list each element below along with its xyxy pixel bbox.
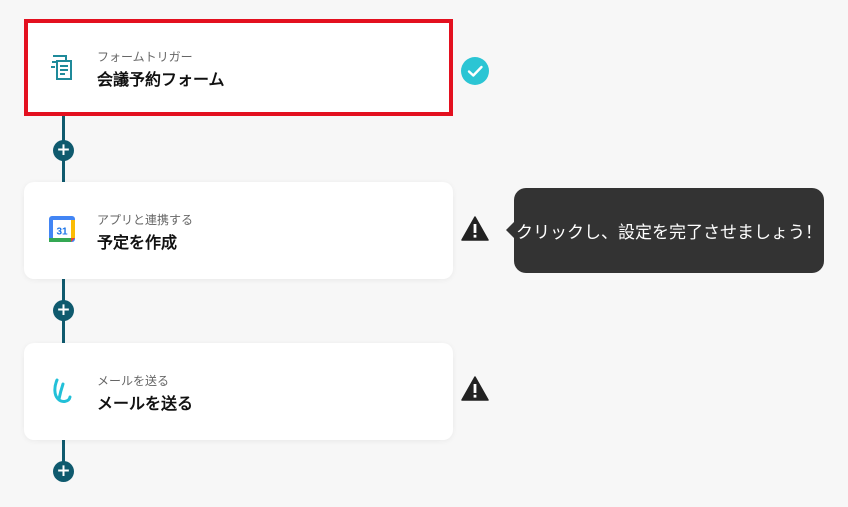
form-icon — [51, 55, 72, 80]
step-subtitle: フォームトリガー — [97, 50, 193, 64]
step-card-send-mail[interactable]: メールを送る メールを送る — [24, 343, 453, 440]
warning-icon — [461, 216, 489, 241]
calendar-day-label: 31 — [56, 227, 68, 238]
step-title: メールを送る — [97, 394, 194, 413]
step-card-form-trigger[interactable]: フォームトリガー 会議予約フォーム — [24, 19, 453, 116]
step-subtitle: アプリと連携する — [97, 213, 194, 227]
google-calendar-icon: 31 — [49, 216, 75, 242]
add-step-button[interactable]: + — [53, 461, 74, 482]
mail-app-icon — [53, 378, 72, 403]
step-card-create-event[interactable]: 31 アプリと連携する 予定を作成 — [24, 182, 453, 279]
step-title: 会議予約フォーム — [97, 70, 225, 89]
check-icon — [461, 57, 489, 85]
add-step-button[interactable]: + — [53, 300, 74, 321]
step-title: 予定を作成 — [97, 233, 178, 252]
tooltip-text: クリックし、設定を完了させましょう！ — [516, 223, 822, 243]
add-step-button[interactable]: + — [53, 140, 74, 161]
warning-icon — [461, 376, 489, 401]
step-subtitle: メールを送る — [97, 374, 170, 388]
setup-tooltip: クリックし、設定を完了させましょう！ — [506, 188, 824, 273]
